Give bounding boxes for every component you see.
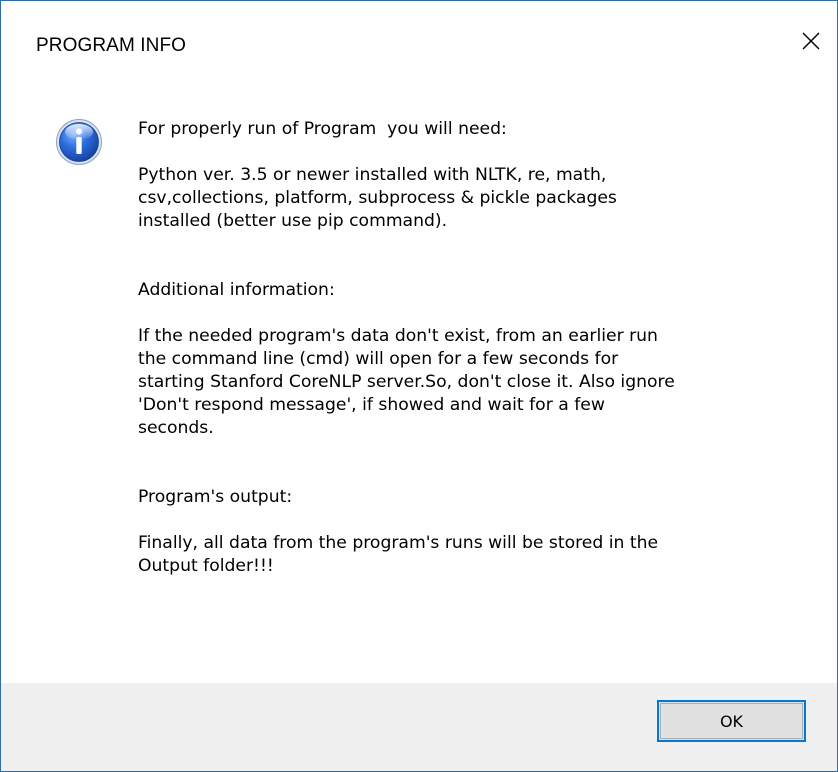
information-icon [56,119,102,165]
ok-button[interactable]: OK [657,700,806,742]
dialog-message: For properly run of Program you will nee… [138,119,675,576]
title-bar[interactable]: PROGRAM INFO [1,1,837,89]
dialog-footer: OK [1,683,837,771]
ok-button-label: OK [719,711,744,731]
close-icon [802,32,820,50]
message-dialog: PROGRAM INFO For properly run of Program… [0,0,838,772]
close-button[interactable] [785,13,837,69]
dialog-content: For properly run of Program you will nee… [1,89,837,681]
dialog-title: PROGRAM INFO [36,35,187,56]
